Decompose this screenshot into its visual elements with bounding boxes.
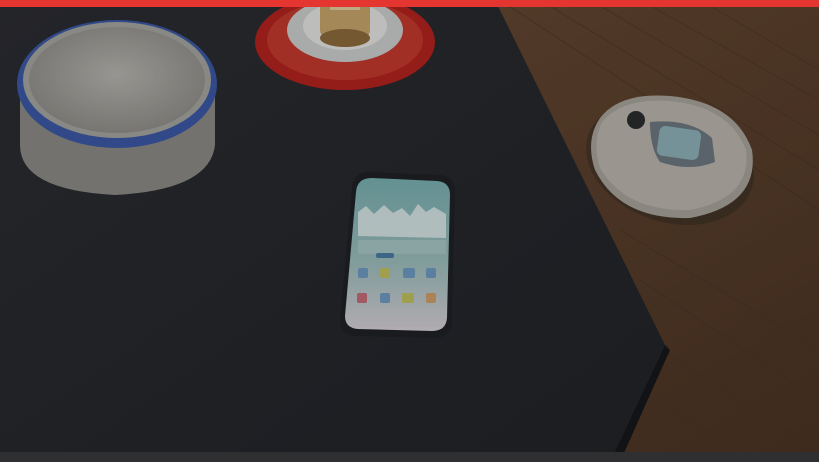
smartphone [340,172,455,338]
smart-home-scene [0,0,819,462]
smart-speaker [17,20,217,195]
bottom-strip [0,452,819,462]
scene-illustration [0,0,819,462]
accent-top-bar [0,0,819,7]
